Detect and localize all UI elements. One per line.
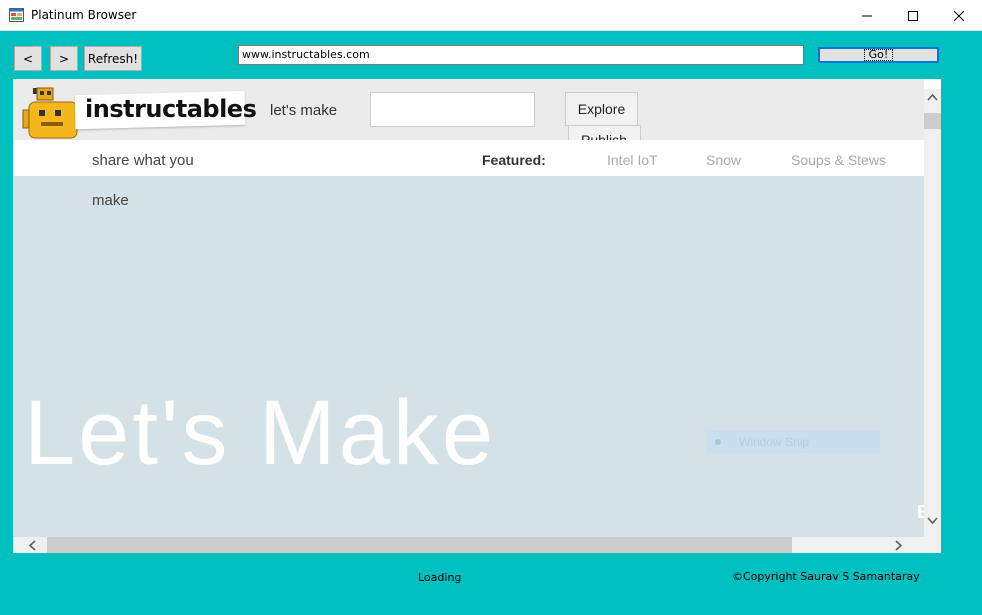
make-text: make — [92, 192, 129, 209]
hero-title: Let's Make — [24, 382, 496, 484]
close-button[interactable] — [936, 0, 982, 31]
scroll-left-arrow-icon[interactable] — [28, 540, 36, 551]
featured-label: Featured: — [482, 152, 546, 168]
go-button-label: Go! — [863, 49, 894, 61]
site-logo[interactable]: instructables — [85, 95, 257, 123]
site-search-input[interactable] — [370, 92, 535, 127]
status-loading: Loading — [418, 571, 462, 584]
horizontal-scrollbar[interactable] — [13, 537, 924, 553]
scroll-up-arrow-icon[interactable] — [927, 93, 938, 101]
scrollbar-corner — [924, 537, 941, 553]
site-header: instructables let's make Explore Publish — [13, 79, 924, 141]
window-snip-overlay: Window Snip — [707, 431, 880, 453]
explore-button[interactable]: Explore — [565, 92, 638, 126]
lets-make-label: let's make — [270, 102, 338, 119]
featured-link-snow[interactable]: Snow — [706, 152, 741, 168]
window-title: Platinum Browser — [31, 8, 137, 22]
vertical-scroll-thumb[interactable] — [924, 113, 941, 129]
title-bar: Platinum Browser — [0, 0, 982, 31]
publish-button[interactable]: Publish — [568, 125, 641, 141]
horizontal-scroll-thumb[interactable] — [47, 537, 792, 553]
minimize-button[interactable] — [844, 0, 890, 31]
vertical-scrollbar[interactable] — [924, 89, 941, 537]
go-button[interactable]: Go! — [818, 47, 939, 63]
window-snip-text: Window Snip — [739, 435, 810, 449]
featured-link-soups-stews[interactable]: Soups & Stews — [791, 152, 886, 168]
app-window-icon — [9, 8, 24, 22]
share-what-you-text: share what you — [92, 152, 194, 169]
maximize-button[interactable] — [890, 0, 936, 31]
forward-button[interactable]: > — [50, 46, 78, 71]
featured-link-intel-iot[interactable]: Intel IoT — [607, 152, 658, 168]
minimize-icon — [862, 15, 872, 16]
refresh-button[interactable]: Refresh! — [84, 46, 142, 71]
web-view[interactable]: instructables let's make Explore Publish… — [13, 79, 941, 553]
snip-dot-icon — [715, 439, 721, 445]
copyright-text: ©Copyright Saurav S Samantaray — [732, 570, 920, 583]
scroll-down-arrow-icon[interactable] — [927, 517, 938, 525]
scroll-right-arrow-icon[interactable] — [895, 540, 903, 551]
maximize-icon — [908, 10, 918, 21]
close-icon — [954, 10, 964, 21]
address-bar[interactable]: www.instructables.com — [238, 45, 804, 65]
back-button[interactable]: < — [14, 46, 42, 71]
